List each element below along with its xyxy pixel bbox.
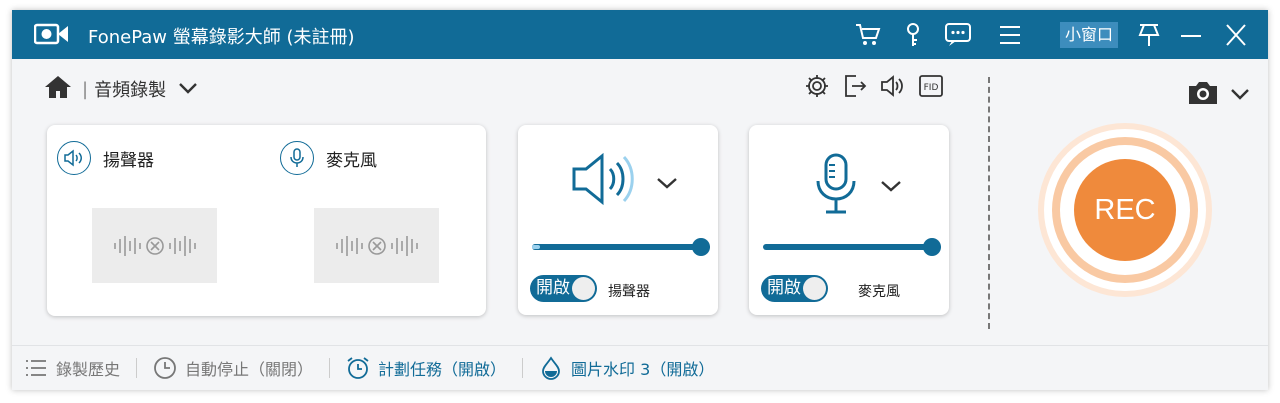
slider-thumb[interactable] (692, 238, 710, 256)
speaker-toggle[interactable]: 開啟 (530, 275, 597, 302)
source-speaker[interactable]: 揚聲器 (57, 141, 154, 175)
muted-waveform-icon (113, 235, 196, 256)
schedule-task-label: 計劃任務（開啟） (378, 360, 507, 379)
speaker-caption: 揚聲器 (608, 284, 650, 300)
mic-wave-muted (314, 208, 439, 283)
slider-track (532, 244, 710, 250)
record-history-label: 錄製歷史 (56, 360, 121, 379)
bottom-bar: 錄製歷史 自動停止（關閉） 計劃任務（開啟） 圖片水印 3（開啟） (12, 345, 1268, 390)
app-window: FonePaw 螢幕錄影大師 (未註冊) 小窗口 | 音頻錄製 FID 揚聲器 … (12, 10, 1268, 390)
bottom-separator (329, 358, 331, 378)
svg-text:FID: FID (924, 83, 939, 93)
gear-icon[interactable] (804, 73, 830, 99)
toolbar: FID (804, 73, 944, 99)
chevron-down-icon[interactable] (178, 80, 198, 99)
home-icon[interactable] (44, 74, 72, 104)
auto-stop-button[interactable]: 自動停止（關閉） (153, 356, 313, 380)
export-icon[interactable] (842, 73, 868, 99)
source-mic[interactable]: 麥克風 (280, 141, 377, 175)
mic-icon (815, 153, 857, 219)
chevron-down-icon[interactable] (880, 178, 902, 197)
minimize-icon[interactable] (1179, 22, 1203, 52)
drop-icon (539, 356, 563, 380)
clock-icon (153, 356, 177, 380)
watermark-button[interactable]: 圖片水印 3（開啟） (539, 356, 714, 380)
toggle-label: 開啟 (767, 278, 801, 298)
slider-thumb[interactable] (923, 238, 941, 256)
rec-button[interactable]: REC (1074, 159, 1176, 261)
bottom-separator (136, 358, 138, 378)
screenshot-button[interactable] (1186, 79, 1250, 111)
auto-stop-label: 自動停止（關閉） (185, 360, 314, 379)
list-icon (24, 356, 48, 380)
mic-caption: 麥克風 (858, 284, 900, 300)
mode-label: 音頻錄製 (94, 80, 167, 101)
close-icon[interactable] (1224, 22, 1248, 52)
source-mic-label: 麥克風 (326, 150, 377, 171)
main-panel: | 音頻錄製 FID 揚聲器 麥克風 開啟 揚聲器 開啟 麥克風 REC (12, 59, 1268, 345)
fid-icon[interactable]: FID (918, 73, 944, 99)
schedule-task-button[interactable]: 計劃任務（開啟） (346, 356, 506, 380)
slider-fill (532, 245, 540, 249)
speaker-wave-muted (92, 208, 217, 283)
microphone-card: 開啟 麥克風 (749, 125, 949, 315)
mode-separator: | (82, 78, 89, 100)
bottom-separator (522, 358, 524, 378)
toggle-knob (803, 277, 826, 300)
mode-selector[interactable]: | 音頻錄製 (44, 75, 198, 103)
mic-icon (280, 141, 314, 175)
app-title: FonePaw 螢幕錄影大師 (未註冊) (88, 27, 355, 48)
chevron-down-icon[interactable] (1230, 86, 1250, 105)
panel-divider (988, 77, 990, 329)
mic-toggle[interactable]: 開啟 (761, 275, 828, 302)
mini-window-button[interactable]: 小窗口 (1060, 22, 1119, 48)
sources-card: 揚聲器 麥克風 (47, 125, 486, 316)
speaker-volume-slider[interactable] (532, 238, 710, 256)
system-sound-card: 開啟 揚聲器 (518, 125, 718, 315)
app-logo-icon (33, 23, 70, 49)
camera-icon[interactable] (1186, 79, 1220, 111)
speaker-icon (57, 141, 91, 175)
pin-icon[interactable] (1137, 22, 1161, 52)
rec-control: REC (1038, 123, 1212, 297)
title-bar: FonePaw 螢幕錄影大師 (未註冊) 小窗口 (12, 10, 1268, 59)
key-icon[interactable] (901, 22, 925, 52)
alarm-icon (346, 356, 370, 380)
cart-icon[interactable] (854, 22, 882, 52)
source-speaker-label: 揚聲器 (103, 150, 154, 171)
mic-volume-slider[interactable] (763, 238, 941, 256)
record-history-button[interactable]: 錄製歷史 (24, 356, 120, 380)
slider-track (763, 244, 941, 250)
muted-waveform-icon (335, 235, 418, 256)
chevron-down-icon[interactable] (656, 175, 678, 194)
speaker-icon[interactable] (880, 73, 906, 99)
chat-icon[interactable] (944, 22, 972, 52)
toggle-knob (572, 277, 595, 300)
menu-icon[interactable] (998, 22, 1022, 52)
toggle-label: 開啟 (536, 278, 570, 298)
speaker-icon (572, 151, 640, 211)
watermark-label: 圖片水印 3（開啟） (571, 360, 715, 379)
